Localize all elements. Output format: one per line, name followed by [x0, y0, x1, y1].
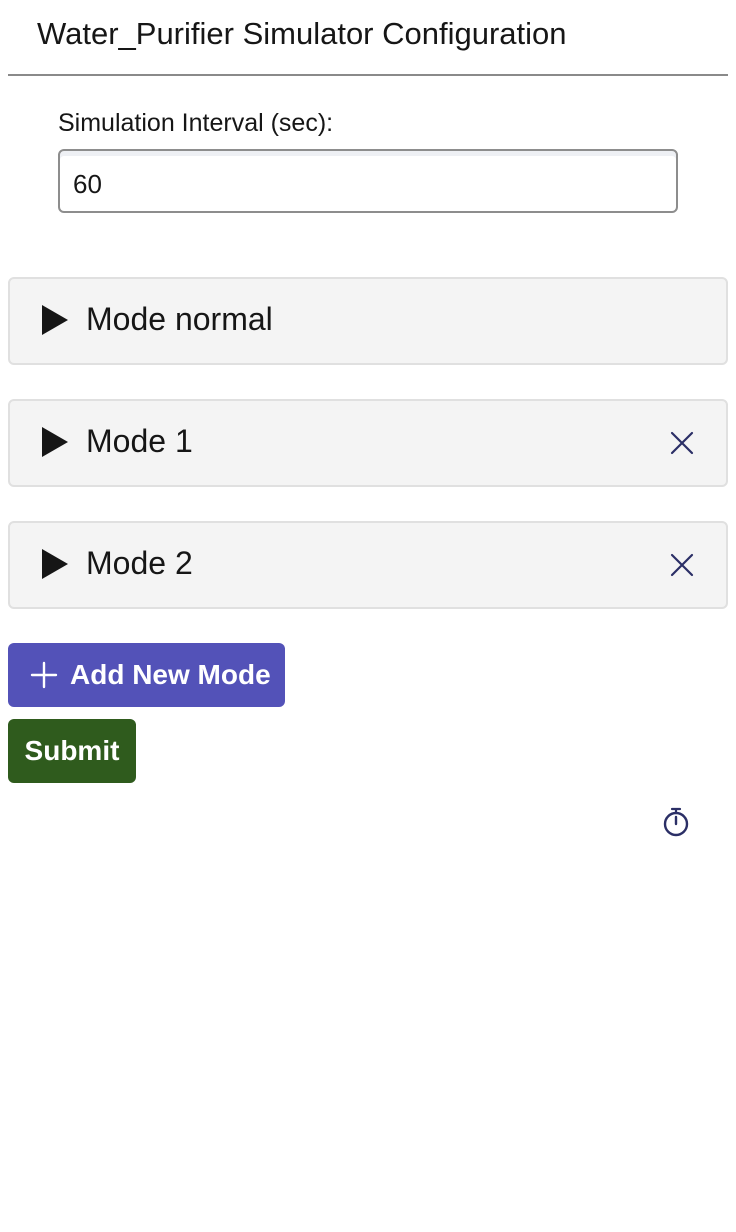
submit-button[interactable]: Submit: [8, 719, 136, 783]
title-divider: [8, 74, 728, 76]
simulation-interval-input[interactable]: [58, 149, 678, 213]
mode-panel-normal[interactable]: Mode normal: [8, 277, 728, 365]
simulation-interval-label: Simulation Interval (sec):: [58, 109, 334, 137]
mode-panel-2[interactable]: Mode 2: [8, 521, 728, 609]
caret-right-icon: [42, 549, 68, 579]
mode-label: Mode 1: [86, 423, 193, 459]
caret-right-icon: [42, 427, 68, 457]
add-new-mode-label: Add New Mode: [70, 659, 271, 690]
plus-icon: [30, 661, 58, 689]
mode-panel-1[interactable]: Mode 1: [8, 399, 728, 487]
add-new-mode-button[interactable]: Add New Mode: [8, 643, 285, 707]
close-icon[interactable]: [668, 429, 696, 457]
caret-right-icon: [42, 305, 68, 335]
mode-label: Mode 2: [86, 545, 193, 581]
stopwatch-icon[interactable]: [662, 807, 690, 837]
submit-label: Submit: [24, 735, 120, 766]
page-title: Water_Purifier Simulator Configuration: [37, 16, 567, 51]
close-icon[interactable]: [668, 551, 696, 579]
mode-label: Mode normal: [86, 301, 273, 337]
